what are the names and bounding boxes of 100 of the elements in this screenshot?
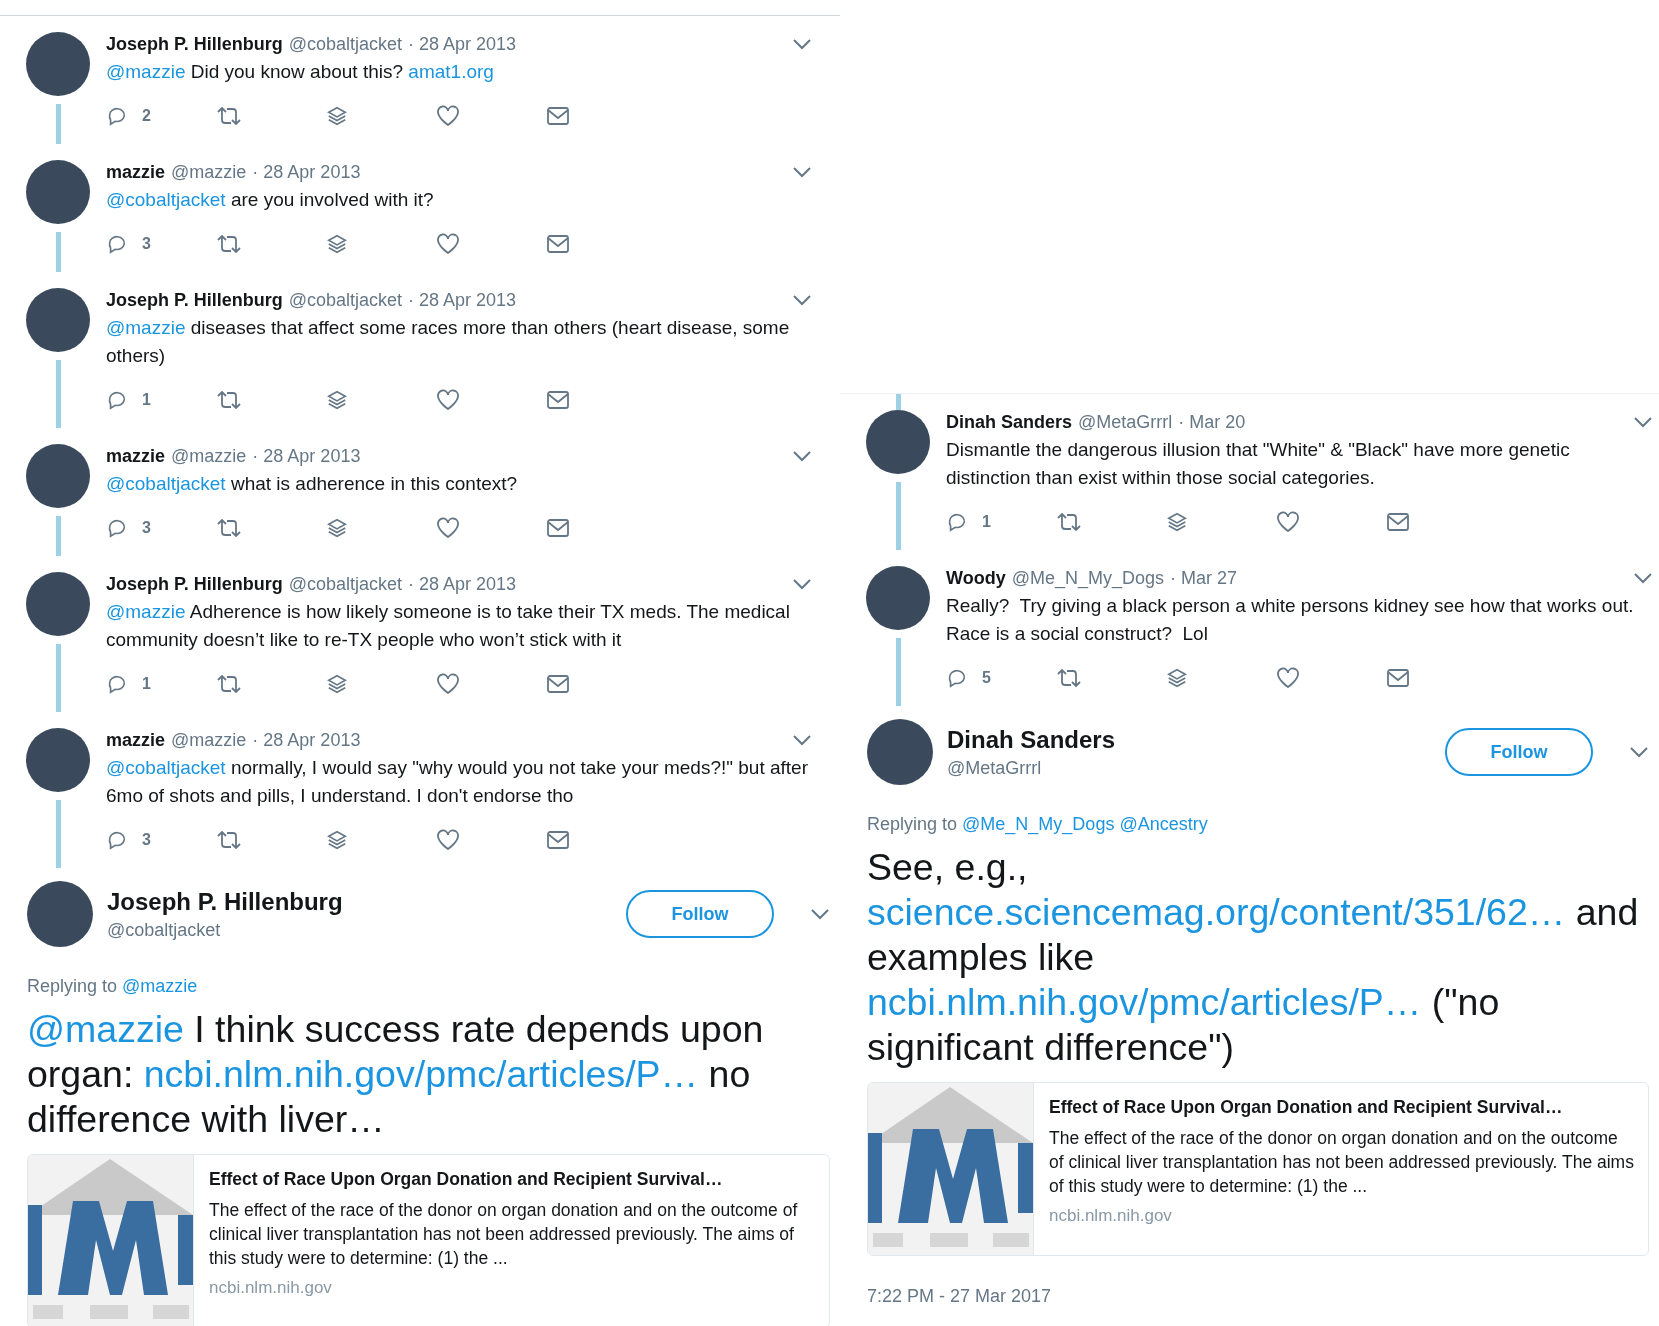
heart-icon[interactable]: [436, 105, 460, 127]
heart-icon[interactable]: [436, 389, 460, 411]
follow-button[interactable]: Follow: [1445, 728, 1593, 776]
display-name[interactable]: Joseph P. Hillenburg: [107, 887, 612, 916]
retweet-icon[interactable]: [1056, 511, 1082, 533]
user-handle[interactable]: @MetaGrrrl: [947, 757, 1431, 779]
stack-icon[interactable]: [1166, 511, 1188, 533]
tweet-date[interactable]: · 28 Apr 2013: [408, 573, 517, 595]
reply-icon[interactable]: [106, 105, 128, 127]
tweet-date[interactable]: · Mar 27: [1170, 567, 1238, 589]
stack-icon[interactable]: [326, 105, 348, 127]
display-name[interactable]: mazzie: [106, 445, 166, 467]
chevron-down-icon[interactable]: [792, 294, 812, 306]
mail-icon[interactable]: [546, 830, 570, 850]
mention-link[interactable]: @mazzie: [106, 601, 186, 622]
chevron-down-icon[interactable]: [1629, 746, 1649, 758]
retweet-icon[interactable]: [216, 673, 242, 695]
reply-icon[interactable]: [946, 667, 968, 689]
display-name[interactable]: Woody: [946, 567, 1006, 589]
reply-icon[interactable]: [106, 389, 128, 411]
user-handle[interactable]: @cobaltjacket: [288, 289, 403, 311]
mail-icon[interactable]: [546, 674, 570, 694]
chevron-down-icon[interactable]: [792, 38, 812, 50]
chevron-down-icon[interactable]: [792, 734, 812, 746]
tweet-date[interactable]: · 28 Apr 2013: [408, 289, 517, 311]
reply-icon[interactable]: [106, 829, 128, 851]
mention-link[interactable]: @Ancestry: [1119, 814, 1208, 835]
tweet-date[interactable]: · 28 Apr 2013: [252, 729, 361, 751]
tweet-date[interactable]: · 28 Apr 2013: [408, 33, 517, 55]
stack-icon[interactable]: [326, 829, 348, 851]
display-name[interactable]: Joseph P. Hillenburg: [106, 33, 283, 55]
display-name[interactable]: Dinah Sanders: [947, 725, 1431, 754]
heart-icon[interactable]: [436, 829, 460, 851]
user-handle[interactable]: @mazzie: [171, 161, 247, 183]
mention-link[interactable]: @cobaltjacket: [106, 757, 226, 778]
heart-icon[interactable]: [436, 673, 460, 695]
chevron-down-icon[interactable]: [792, 166, 812, 178]
heart-icon[interactable]: [436, 233, 460, 255]
stack-icon[interactable]: [326, 517, 348, 539]
mention-link[interactable]: @mazzie: [106, 61, 186, 82]
retweet-icon[interactable]: [216, 389, 242, 411]
card-description: The effect of the race of the donor on organ donation and on the outcome of clinical liver transplantation has not been addressed previously. The aims of this study were to determine: (1) the ...: [1049, 1127, 1634, 1198]
heart-icon[interactable]: [1276, 511, 1300, 533]
card-title[interactable]: Effect of Race Upon Organ Donation and Recipient Survival…: [1049, 1097, 1634, 1118]
reply-icon[interactable]: [106, 517, 128, 539]
reply-icon[interactable]: [946, 511, 968, 533]
mail-icon[interactable]: [1386, 668, 1410, 688]
user-handle[interactable]: @MetaGrrrl: [1078, 411, 1173, 433]
user-handle[interactable]: @cobaltjacket: [107, 919, 612, 941]
display-name[interactable]: Dinah Sanders: [946, 411, 1073, 433]
heart-icon[interactable]: [436, 517, 460, 539]
mention-link[interactable]: @Me_N_My_Dogs: [962, 814, 1115, 835]
mail-icon[interactable]: [546, 390, 570, 410]
follow-button[interactable]: Follow: [626, 890, 774, 938]
chevron-down-icon[interactable]: [792, 578, 812, 590]
url-link[interactable]: ncbi.nlm.nih.gov/pmc/articles/P…: [143, 1053, 699, 1095]
chevron-down-icon[interactable]: [1633, 416, 1653, 428]
user-handle[interactable]: @Me_N_My_Dogs: [1011, 567, 1164, 589]
retweet-icon[interactable]: [216, 517, 242, 539]
tweet-date[interactable]: · 28 Apr 2013: [252, 161, 361, 183]
chevron-down-icon[interactable]: [810, 908, 830, 920]
mail-icon[interactable]: [546, 518, 570, 538]
retweet-icon[interactable]: [216, 105, 242, 127]
stack-icon[interactable]: [326, 233, 348, 255]
url-link[interactable]: ncbi.nlm.nih.gov/pmc/articles/P…: [867, 981, 1422, 1023]
stack-icon[interactable]: [1166, 667, 1188, 689]
user-handle[interactable]: @cobaltjacket: [288, 573, 403, 595]
mention-link[interactable]: @cobaltjacket: [106, 189, 226, 210]
display-name[interactable]: mazzie: [106, 161, 166, 183]
mention-link[interactable]: @mazzie: [122, 976, 198, 997]
tweet-text: @mazzie Did you know about this? amat1.org: [106, 60, 495, 84]
stack-icon[interactable]: [326, 673, 348, 695]
tweet-text: @cobaltjacket normally, I would say "why would you not take your meds?!" but after 6mo of shots and pills, I understand. I don't endorse tho: [106, 756, 809, 808]
heart-icon[interactable]: [1276, 667, 1300, 689]
mail-icon[interactable]: [1386, 512, 1410, 532]
mention-link[interactable]: @cobaltjacket: [106, 473, 226, 494]
reply-icon[interactable]: [106, 673, 128, 695]
reply-count: 1: [982, 513, 991, 531]
retweet-icon[interactable]: [1056, 667, 1082, 689]
user-handle[interactable]: @cobaltjacket: [288, 33, 403, 55]
url-link[interactable]: science.sciencemag.org/content/351/62…: [867, 891, 1566, 933]
user-handle[interactable]: @mazzie: [171, 445, 247, 467]
retweet-icon[interactable]: [216, 233, 242, 255]
chevron-down-icon[interactable]: [1633, 572, 1653, 584]
stack-icon[interactable]: [326, 389, 348, 411]
retweet-icon[interactable]: [216, 829, 242, 851]
mention-link[interactable]: @mazzie: [106, 317, 186, 338]
mail-icon[interactable]: [546, 106, 570, 126]
display-name[interactable]: Joseph P. Hillenburg: [106, 289, 283, 311]
mail-icon[interactable]: [546, 234, 570, 254]
display-name[interactable]: mazzie: [106, 729, 166, 751]
card-title[interactable]: Effect of Race Upon Organ Donation and Recipient Survival…: [209, 1169, 815, 1190]
url-link[interactable]: amat1.org: [408, 61, 494, 82]
user-handle[interactable]: @mazzie: [171, 729, 247, 751]
mention-link[interactable]: @mazzie: [27, 1008, 184, 1050]
chevron-down-icon[interactable]: [792, 450, 812, 462]
reply-icon[interactable]: [106, 233, 128, 255]
tweet-date[interactable]: · 28 Apr 2013: [252, 445, 361, 467]
tweet-date[interactable]: · Mar 20: [1178, 411, 1246, 433]
display-name[interactable]: Joseph P. Hillenburg: [106, 573, 283, 595]
